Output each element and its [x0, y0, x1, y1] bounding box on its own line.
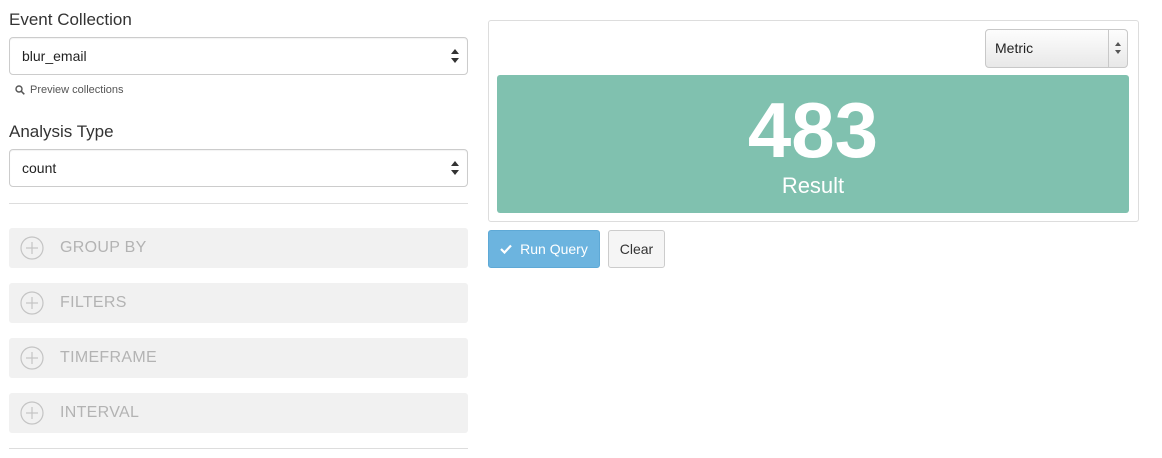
select-arrows-icon — [1115, 42, 1121, 54]
result-label: Result — [781, 173, 845, 198]
divider — [9, 203, 468, 204]
event-collection-select[interactable]: blur_email — [9, 37, 468, 75]
clear-button[interactable]: Clear — [608, 230, 665, 268]
run-query-label: Run Query — [520, 241, 588, 257]
chart-type-select[interactable]: Metric — [985, 29, 1128, 68]
interval-toggle[interactable]: INTERVAL — [9, 393, 468, 433]
analysis-type-label: Analysis Type — [9, 122, 114, 141]
interval-label: INTERVAL — [60, 404, 140, 421]
preview-collections-label: Preview collections — [30, 84, 124, 96]
filters-toggle[interactable]: FILTERS — [9, 283, 468, 323]
group-by-label: GROUP BY — [60, 239, 147, 256]
metric-result-box: 483 Result — [497, 75, 1129, 213]
plus-circle-icon — [20, 401, 44, 425]
visualization-panel: Metric 483 Result — [488, 20, 1139, 222]
plus-circle-icon — [20, 236, 44, 260]
preview-collections-link[interactable]: Preview collections — [15, 84, 124, 96]
timeframe-toggle[interactable]: TIMEFRAME — [9, 338, 468, 378]
search-icon — [15, 85, 25, 95]
select-arrows-icon — [451, 161, 459, 175]
chart-type-value: Metric — [995, 40, 1034, 56]
run-query-button[interactable]: Run Query — [488, 230, 600, 268]
timeframe-label: TIMEFRAME — [60, 349, 157, 366]
divider — [9, 448, 468, 449]
analysis-type-select[interactable]: count — [9, 149, 468, 187]
plus-circle-icon — [20, 346, 44, 370]
result-value: 483 — [747, 86, 879, 174]
plus-circle-icon — [20, 291, 44, 315]
analysis-type-value: count — [22, 160, 57, 176]
select-separator — [1108, 30, 1109, 67]
event-collection-value: blur_email — [22, 48, 87, 64]
checkmark-icon — [500, 244, 512, 254]
event-collection-label: Event Collection — [9, 10, 132, 29]
select-arrows-icon — [451, 49, 459, 63]
group-by-toggle[interactable]: GROUP BY — [9, 228, 468, 268]
filters-label: FILTERS — [60, 294, 127, 311]
